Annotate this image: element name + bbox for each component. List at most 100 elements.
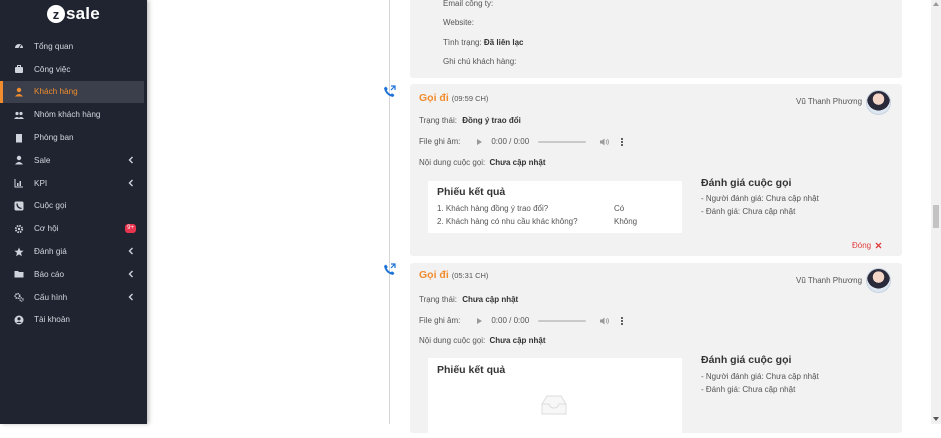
content-row: Nội dung cuộc gọi: Chưa cập nhật [419,336,546,345]
sidebar-nav: Tổng quan Công việc Khách hàng Nhóm khác… [0,35,147,331]
record-row: File ghi âm: 0:00 / 0:00 [419,316,624,325]
building-icon [13,132,25,144]
phone-outgoing-icon [383,263,396,276]
sidebar-item-co-hoi[interactable]: Cơ hội 9+ [0,217,147,240]
agent-name: Vũ Thanh Phương [796,276,863,285]
record-row: File ghi âm: 0:00 / 0:00 [419,137,624,146]
status-value: Đã liên lạc [483,38,524,47]
more-options-icon[interactable] [621,137,624,146]
evaluation-title: Đánh giá cuộc gọi [701,354,792,366]
user-tie-icon [13,154,25,166]
sidebar-item-bao-cao[interactable]: Báo cáo [0,263,147,286]
sidebar-item-label: Nhóm khách hàng [34,110,101,120]
record-label: File ghi âm: [419,316,461,325]
result-answer-1: Có [614,204,625,213]
content-label: Nội dung cuộc gọi: [419,158,486,167]
customer-info-card: Email công ty: Website: Tình trạng: Đã l… [410,0,902,78]
result-sheet: Phiếu kết quả [428,358,682,438]
sidebar-item-cau-hinh[interactable]: Cấu hình [0,286,147,309]
scroll-thumb[interactable] [933,205,939,228]
more-options-icon[interactable] [621,316,624,325]
audio-player[interactable]: 0:00 / 0:00 [477,137,624,146]
audio-progress-track[interactable] [538,140,587,143]
call-title: Gọi đi [419,269,449,281]
website-label: Website: [443,18,474,27]
call-card: Gọi đi (05:31 CH) Vũ Thanh Phương Trạng t… [410,263,902,438]
audio-progress-track[interactable] [538,319,587,322]
status-label: Tình trạng: [443,38,482,47]
status-row: Tình trạng: Đã liên lạc [443,38,524,47]
dashboard-icon [13,40,25,52]
phone-square-icon [13,200,25,212]
logo-text: sale [66,4,100,23]
close-label: Đóng [852,241,872,250]
email-label: Email công ty: [443,0,494,8]
avatar [866,90,891,115]
call-status-value: Chưa cập nhật [462,295,519,304]
call-status-value: Đồng ý trao đổi [462,116,521,125]
sidebar-item-label: Phòng ban [34,133,74,143]
sidebar-item-tai-khoan[interactable]: Tài khoản [0,309,147,332]
timeline-line [389,0,390,424]
rating: - Đánh giá: Chưa cập nhật [701,207,796,216]
call-status-row: Trạng thái: Chưa cập nhật [419,295,518,304]
sidebar-item-cong-viec[interactable]: Công việc [0,58,147,81]
call-time: (09:59 CH) [451,94,489,103]
star-icon [13,246,25,258]
logo[interactable]: z sale [47,4,100,24]
sidebar-item-label: Cấu hình [34,292,68,302]
sidebar-item-label: Tài khoản [34,315,70,325]
sidebar: z sale Tổng quan Công việc Khách hàng Nh… [0,0,147,424]
volume-icon[interactable] [600,317,610,325]
users-icon [13,109,25,121]
call-card: Gọi đi (09:59 CH) Vũ Thanh Phương Trạng t… [410,84,902,256]
chevron-left-icon [128,247,133,255]
close-button[interactable]: Đóng [852,241,882,250]
sidebar-item-tong-quan[interactable]: Tổng quan [0,35,147,58]
sidebar-item-khach-hang[interactable]: Khách hàng [0,80,144,104]
evaluation-title: Đánh giá cuộc gọi [701,177,792,189]
call-status-label: Trạng thái: [419,116,457,125]
gear-icon [13,223,25,235]
player-time: 0:00 / 0:00 [491,316,530,325]
sidebar-item-sale[interactable]: Sale [0,149,147,172]
vertical-scrollbar[interactable] [931,0,941,424]
chart-icon [13,177,25,189]
sidebar-item-phong-ban[interactable]: Phòng ban [0,126,147,149]
content-value: Chưa cập nhật [489,158,546,167]
sidebar-item-label: Cuộc gọi [34,201,67,211]
volume-icon[interactable] [600,138,610,146]
content-row: Nội dung cuộc gọi: Chưa cập nhật [419,158,546,167]
sidebar-item-danh-gia[interactable]: Đánh giá [0,240,147,263]
call-status-row: Trạng thái: Đồng ý trao đổi [419,116,521,125]
sidebar-item-nhom-khach-hang[interactable]: Nhóm khách hàng [0,103,147,126]
sidebar-item-cuoc-goi[interactable]: Cuộc gọi [0,195,147,218]
account-icon [13,314,25,326]
play-icon[interactable] [477,138,483,145]
sidebar-item-label: Công việc [34,64,71,74]
briefcase-icon [13,63,25,75]
call-time: (05:31 CH) [451,271,489,280]
scroll-down-arrow[interactable] [933,417,939,421]
avatar [866,268,891,293]
sidebar-item-kpi[interactable]: KPI [0,172,147,195]
audio-player[interactable]: 0:00 / 0:00 [477,316,624,325]
result-title: Phiếu kết quả [437,186,506,198]
call-header: Gọi đi (05:31 CH) [419,269,488,281]
play-icon[interactable] [477,317,483,324]
sidebar-item-label: Tổng quan [34,41,74,51]
phone-outgoing-icon [383,85,396,98]
folder-icon [13,268,25,280]
result-question-1: 1. Khách hàng đồng ý trao đổi? [437,204,549,213]
chevron-left-icon [128,270,133,278]
cogs-icon [13,291,25,303]
close-icon [875,242,882,249]
call-title: Gọi đi [419,92,449,104]
result-answer-2: Không [614,217,638,226]
call-status-label: Trạng thái: [419,295,457,304]
evaluator: - Người đánh giá: Chưa cập nhật [701,194,819,203]
scroll-up-arrow[interactable] [933,2,939,6]
result-question-2: 2. Khách hàng có nhu cầu khác không? [437,217,578,226]
content-label: Nội dung cuộc gọi: [419,336,486,345]
chevron-left-icon [128,156,133,164]
